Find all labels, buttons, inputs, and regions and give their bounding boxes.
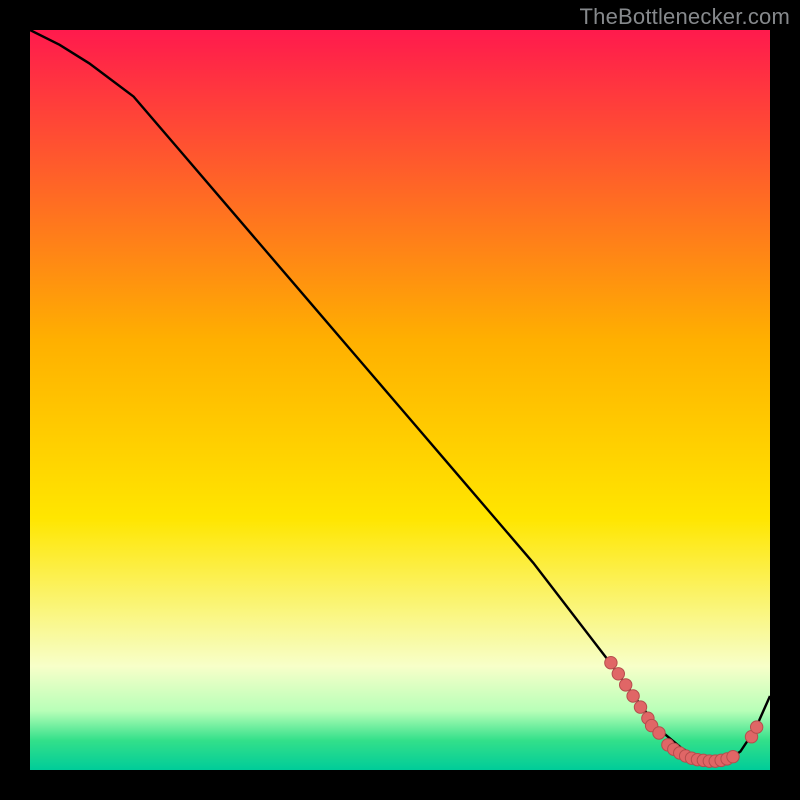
highlight-dot <box>653 727 665 739</box>
highlight-dot <box>605 657 617 669</box>
highlight-dot <box>612 668 624 680</box>
highlight-dot <box>620 679 632 691</box>
highlight-dot <box>627 690 639 702</box>
gradient-background <box>30 30 770 770</box>
bottleneck-chart <box>30 30 770 770</box>
attribution-text: TheBottlenecker.com <box>580 4 790 30</box>
highlight-dot <box>727 750 739 762</box>
highlight-dot <box>750 721 762 733</box>
chart-frame: TheBottlenecker.com <box>0 0 800 800</box>
highlight-dot <box>634 701 646 713</box>
